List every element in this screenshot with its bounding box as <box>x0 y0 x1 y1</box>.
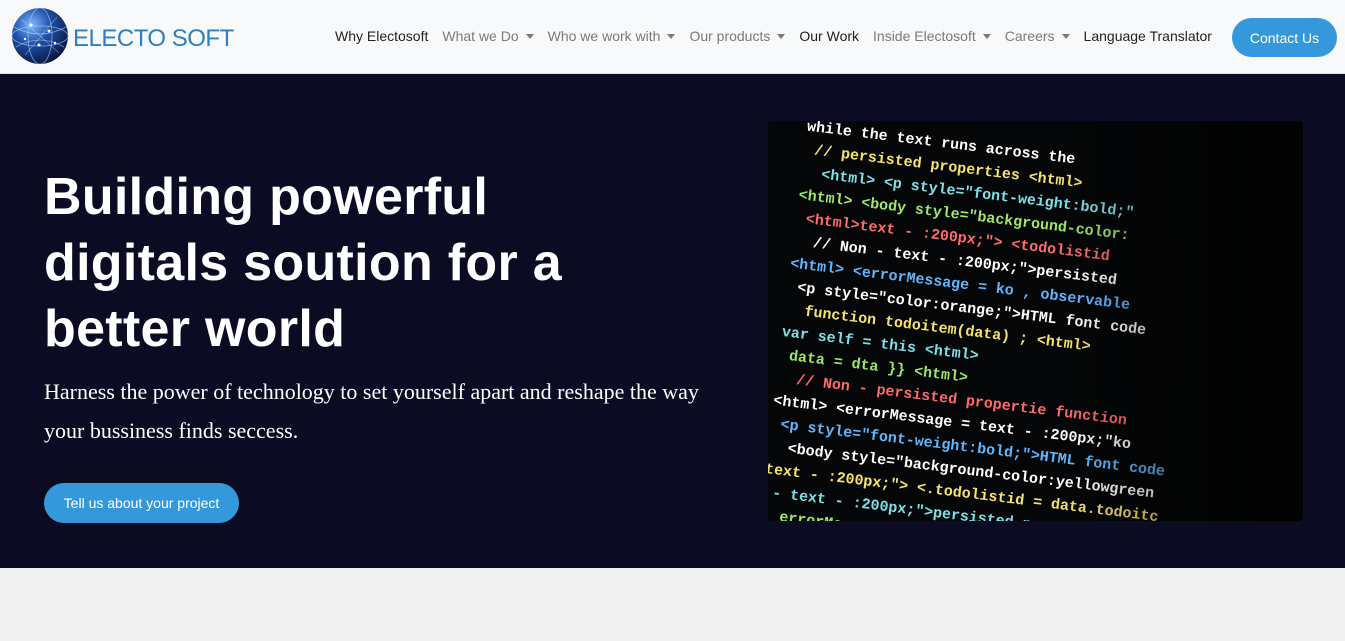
nav-item-our-work[interactable]: Our Work <box>792 18 866 54</box>
contact-us-button[interactable]: Contact Us <box>1232 18 1337 57</box>
nav-item-inside-electosoft[interactable]: Inside Electosoft <box>866 18 998 54</box>
nav-item-why-electosoft[interactable]: Why Electosoft <box>328 18 435 54</box>
globe-logo-icon <box>11 7 69 65</box>
nav-item-label: Our Work <box>799 28 860 44</box>
caret-down-icon <box>525 34 534 39</box>
tell-us-project-button[interactable]: Tell us about your project <box>44 483 239 523</box>
nav-item-label: Who we work with <box>547 28 661 44</box>
hero-title: Building powerful digitals soution for a… <box>44 168 562 358</box>
nav-item-language-translator[interactable]: Language Translator <box>1077 18 1219 54</box>
nav-item-our-products[interactable]: Our products <box>682 18 792 54</box>
caret-down-icon <box>777 34 786 39</box>
nav-item-label: Inside Electosoft <box>873 28 976 44</box>
hero-subtitle: Harness the power of technology to set y… <box>44 379 699 443</box>
nav-item-label: Why Electosoft <box>335 28 429 44</box>
site-header: ELECTO SOFT Why Electosoft What we Do Who … <box>0 0 1345 74</box>
nav-item-label: Careers <box>1004 28 1055 44</box>
main-nav: Why Electosoft What we Do Who we work with… <box>328 18 1219 54</box>
caret-down-icon <box>667 34 676 39</box>
logo-text: ELECTO SOFT <box>73 25 234 52</box>
code-screen-image: while the text runs across the// persist… <box>768 121 1303 521</box>
nav-item-label: Language Translator <box>1083 28 1212 44</box>
nav-item-label: Our products <box>689 28 771 44</box>
nav-item-who-we-work-with[interactable]: Who we work with <box>541 18 683 54</box>
nav-item-what-we-do[interactable]: What we Do <box>435 18 540 54</box>
nav-item-careers[interactable]: Careers <box>998 18 1077 54</box>
caret-down-icon <box>1061 34 1070 39</box>
hero-section: Building powerful digitals soution for a… <box>0 74 1345 568</box>
caret-down-icon <box>982 34 991 39</box>
code-screen-graphic: while the text runs across the// persist… <box>768 121 1303 521</box>
nav-item-label: What we Do <box>442 28 519 44</box>
brand-logo[interactable]: ELECTO SOFT <box>11 7 234 65</box>
